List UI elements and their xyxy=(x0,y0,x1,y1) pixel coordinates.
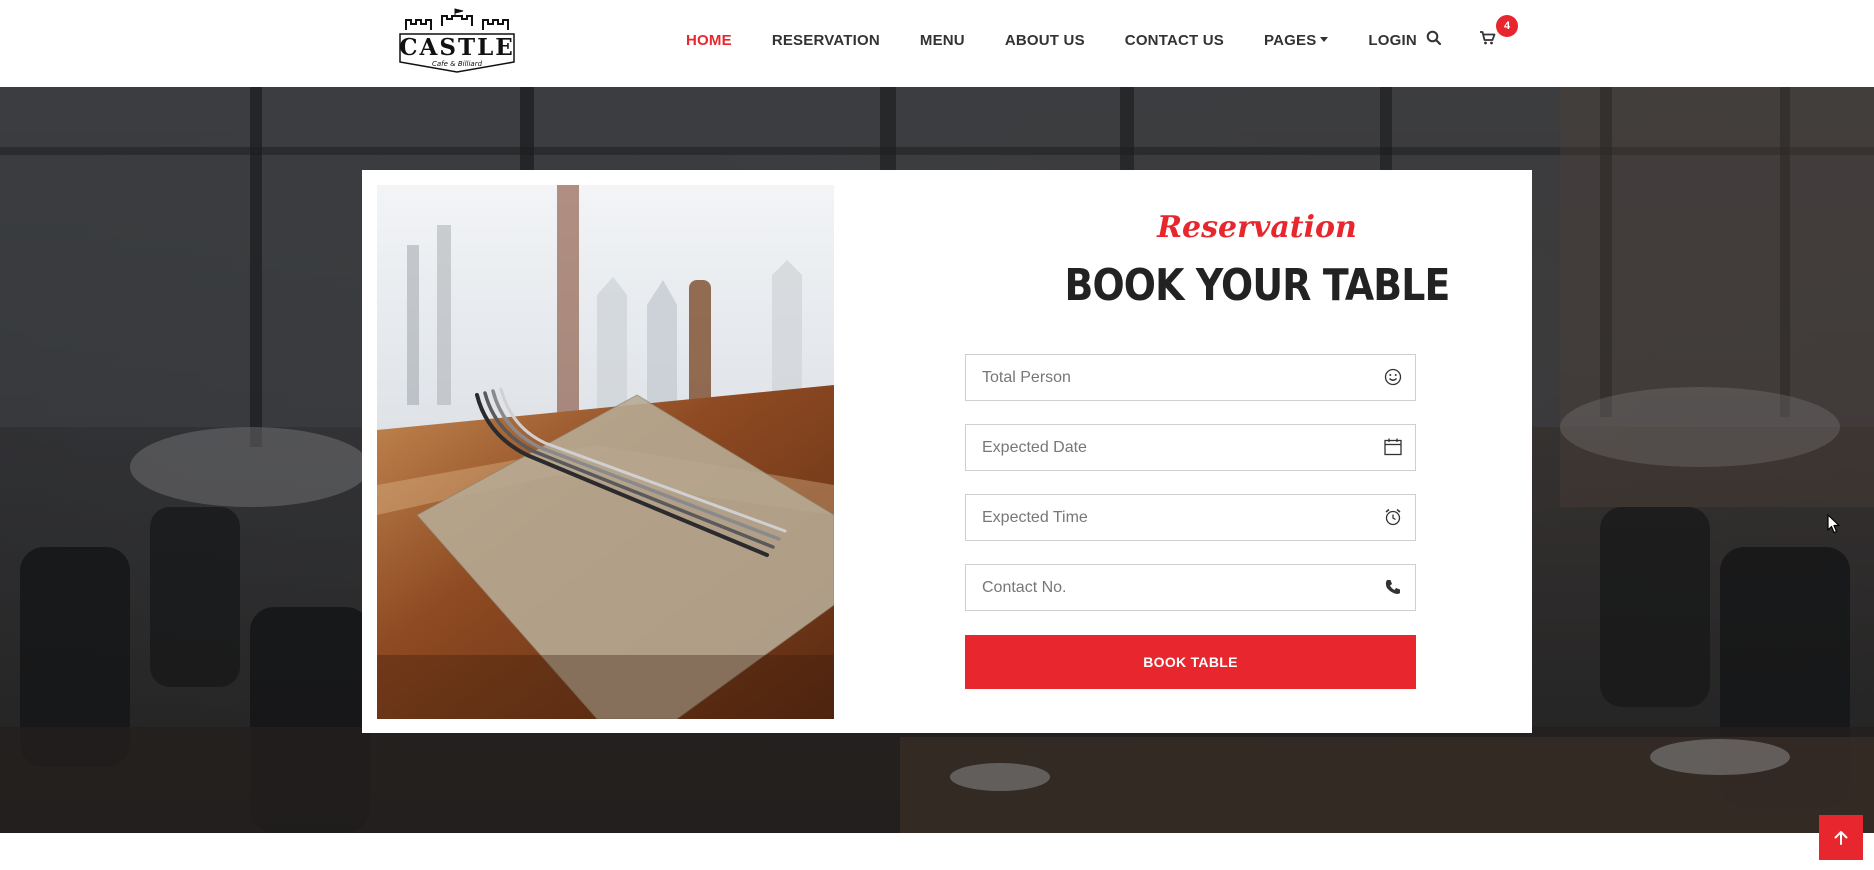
castle-logo-icon: CASTLE Cafe & Billiard xyxy=(399,8,515,73)
nav-about-us[interactable]: ABOUT US xyxy=(1005,32,1085,49)
reservation-subtitle: Reservation xyxy=(1157,210,1357,245)
castle-logo[interactable]: CASTLE Cafe & Billiard xyxy=(392,8,522,74)
contact-no-input[interactable] xyxy=(966,565,1415,610)
cart-count-badge: 4 xyxy=(1496,15,1518,37)
cart-icon[interactable] xyxy=(1479,30,1497,48)
svg-text:CASTLE: CASTLE xyxy=(399,34,515,61)
scroll-to-top-button[interactable] xyxy=(1819,815,1863,860)
reservation-title: BOOK YOUR TABLE xyxy=(1064,260,1450,311)
book-table-button[interactable]: BOOK TABLE xyxy=(965,635,1416,689)
phone-icon xyxy=(1383,577,1403,597)
expected-time-input[interactable] xyxy=(966,495,1415,540)
nav-home[interactable]: HOME xyxy=(686,32,732,49)
alarm-clock-icon xyxy=(1383,507,1403,527)
main-nav: HOME RESERVATION MENU ABOUT US CONTACT U… xyxy=(686,0,1457,80)
total-person-input[interactable] xyxy=(966,355,1415,400)
fork-table-photo xyxy=(377,185,834,719)
expected-time-field[interactable] xyxy=(965,494,1416,541)
caret-down-icon xyxy=(1320,36,1329,42)
contact-no-field[interactable] xyxy=(965,564,1416,611)
nav-login[interactable]: LOGIN xyxy=(1368,32,1417,49)
total-person-field[interactable] xyxy=(965,354,1416,401)
mouse-cursor-icon xyxy=(1827,514,1840,534)
smiley-icon xyxy=(1383,367,1403,387)
nav-pages-dropdown[interactable]: PAGES xyxy=(1264,31,1329,49)
nav-pages-label: PAGES xyxy=(1264,31,1317,49)
calendar-icon xyxy=(1383,437,1403,457)
arrow-up-icon xyxy=(1834,830,1848,845)
reservation-card: Reservation BOOK YOUR TABLE Total Person… xyxy=(362,170,1532,733)
nav-contact-us[interactable]: CONTACT US xyxy=(1125,32,1224,49)
search-icon[interactable] xyxy=(1426,30,1444,48)
expected-date-field[interactable] xyxy=(965,424,1416,471)
expected-date-input[interactable] xyxy=(966,425,1415,470)
nav-reservation[interactable]: RESERVATION xyxy=(772,32,880,49)
site-header: CASTLE Cafe & Billiard HOME RESERVATION … xyxy=(0,0,1874,87)
reservation-hero: Reservation BOOK YOUR TABLE Total Person… xyxy=(0,87,1874,833)
nav-menu[interactable]: MENU xyxy=(920,32,965,49)
svg-text:Cafe & Billiard: Cafe & Billiard xyxy=(432,60,483,68)
